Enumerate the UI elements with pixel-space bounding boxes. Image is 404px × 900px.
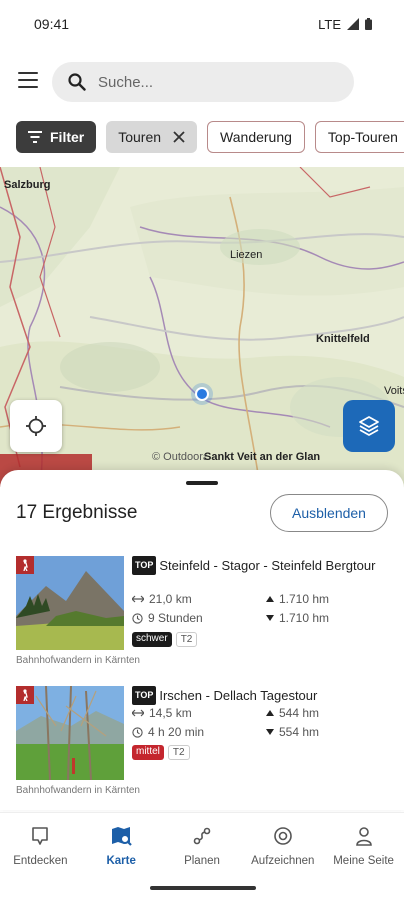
tour-descent: 554 hm xyxy=(266,725,319,739)
nav-aufzeichnen-label: Aufzeichnen xyxy=(251,855,315,867)
search-input[interactable] xyxy=(98,73,318,91)
nav-planen[interactable]: Planen xyxy=(162,813,243,880)
tour-ascent: 544 hm xyxy=(266,706,319,720)
tour-ascent: 1.710 hm xyxy=(266,592,329,606)
descent-icon xyxy=(266,729,274,735)
tour-descent-value: 1.710 hm xyxy=(279,611,330,625)
nav-aufzeichnen[interactable]: Aufzeichnen xyxy=(242,813,323,880)
tour-ascent-value: 1.710 hm xyxy=(279,592,330,606)
nav-karte[interactable]: Karte xyxy=(81,813,162,880)
difficulty-badge: schwer xyxy=(132,632,172,647)
descent-icon xyxy=(266,615,274,621)
chip-touren-label: Touren xyxy=(118,129,162,145)
hiking-icon xyxy=(16,556,34,574)
chip-wanderung[interactable]: Wanderung xyxy=(207,121,305,153)
top-badge: TOP xyxy=(132,686,157,705)
filter-icon xyxy=(28,131,42,143)
hamburger-icon[interactable] xyxy=(18,72,38,88)
chip-top-touren-label: Top-Touren xyxy=(327,129,398,145)
clock-icon xyxy=(132,612,143,624)
ascent-icon xyxy=(266,710,274,716)
difficulty-badge: mittel xyxy=(132,745,164,760)
tour-region: Bahnhofwandern in Kärnten xyxy=(16,785,140,796)
chip-touren[interactable]: Touren xyxy=(106,121,198,153)
bottom-navigation: Entdecken Karte Planen Aufzeichnen Meine… xyxy=(0,812,404,880)
search-icon xyxy=(68,73,86,91)
chip-top-touren[interactable]: Top-Touren xyxy=(314,121,404,153)
search-bar[interactable] xyxy=(52,62,354,102)
status-icons: LTE xyxy=(318,17,372,32)
tour-duration-value: 4 h 20 min xyxy=(148,725,205,739)
tour-difficulty: mittel T2 xyxy=(132,745,190,760)
tour-thumbnail[interactable] xyxy=(16,686,124,780)
grade-badge: T2 xyxy=(175,632,198,647)
status-bar: 09:41 LTE xyxy=(0,0,404,48)
ascent-icon xyxy=(266,596,274,602)
map-icon xyxy=(112,827,132,846)
filter-chip-label: Filter xyxy=(50,129,85,145)
nav-planen-label: Planen xyxy=(184,855,220,867)
status-time: 09:41 xyxy=(34,16,70,32)
map-view[interactable]: Salzburg Liezen Knittelfeld Voits Sankt … xyxy=(0,167,404,487)
sheet-drag-handle[interactable] xyxy=(186,481,218,485)
tour-card[interactable]: TOP Steinfeld - Stagor - Steinfeld Bergto… xyxy=(16,556,396,676)
battery-icon xyxy=(365,18,372,30)
tour-descent-value: 554 hm xyxy=(279,725,320,739)
clock-icon xyxy=(132,726,143,738)
tour-ascent-value: 544 hm xyxy=(279,706,320,720)
tour-difficulty: schwer T2 xyxy=(132,632,198,647)
discover-icon xyxy=(32,827,49,845)
tour-duration-value: 9 Stunden xyxy=(148,611,203,625)
tour-title[interactable]: TOP Steinfeld - Stagor - Steinfeld Bergto… xyxy=(132,556,392,575)
results-sheet: 17 Ergebnisse Ausblenden TOP Steinfeld - … xyxy=(0,470,404,810)
crosshair-icon xyxy=(26,416,46,436)
nav-karte-label: Karte xyxy=(106,855,136,867)
nav-entdecken[interactable]: Entdecken xyxy=(0,813,81,880)
map-label-salzburg: Salzburg xyxy=(4,179,51,191)
plan-icon xyxy=(193,827,211,845)
locate-me-button[interactable] xyxy=(10,400,62,452)
tour-duration: 9 Stunden xyxy=(132,611,203,625)
top-badge: TOP xyxy=(132,556,157,575)
results-count: 17 Ergebnisse xyxy=(16,502,138,523)
close-icon[interactable] xyxy=(173,131,185,143)
hiking-icon xyxy=(16,686,34,704)
tour-region: Bahnhofwandern in Kärnten xyxy=(16,655,140,666)
map-label-liezen: Liezen xyxy=(230,249,263,261)
gesture-bar[interactable] xyxy=(150,886,256,890)
tour-distance-value: 14,5 km xyxy=(149,706,192,720)
hide-results-button[interactable]: Ausblenden xyxy=(270,494,388,532)
search-row xyxy=(0,58,404,106)
nav-entdecken-label: Entdecken xyxy=(13,855,68,867)
tour-title[interactable]: TOP Irschen - Dellach Tagestour xyxy=(132,686,392,705)
nav-meine-seite-label: Meine Seite xyxy=(333,855,394,867)
grade-badge: T2 xyxy=(167,745,190,760)
tour-thumbnail[interactable] xyxy=(16,556,124,650)
filter-chip[interactable]: Filter xyxy=(16,121,97,153)
signal-icon xyxy=(347,18,359,30)
profile-icon xyxy=(355,827,372,846)
distance-icon xyxy=(132,595,144,603)
distance-icon xyxy=(132,709,144,717)
tour-distance: 21,0 km xyxy=(132,592,192,606)
record-icon xyxy=(273,827,292,845)
map-layers-button[interactable] xyxy=(343,400,395,452)
nav-meine-seite[interactable]: Meine Seite xyxy=(323,813,404,880)
map-label-knittelfeld: Knittelfeld xyxy=(316,333,370,345)
tour-descent: 1.710 hm xyxy=(266,611,329,625)
tour-card[interactable]: TOP Irschen - Dellach Tagestour 14,5 km 4… xyxy=(16,686,396,806)
filter-chips: Filter Touren Wanderung Top-Touren xyxy=(16,121,404,153)
layers-icon xyxy=(359,416,379,436)
map-attribution: © Outdooractive xyxy=(152,451,206,463)
chip-wanderung-label: Wanderung xyxy=(220,129,292,145)
tour-title-text: Steinfeld - Stagor - Steinfeld Bergtour xyxy=(159,558,376,573)
tour-distance: 14,5 km xyxy=(132,706,192,720)
tour-duration: 4 h 20 min xyxy=(132,725,204,739)
network-label: LTE xyxy=(318,16,341,32)
current-location-marker xyxy=(195,387,209,401)
tour-title-text: Irschen - Dellach Tagestour xyxy=(159,688,318,703)
tour-distance-value: 21,0 km xyxy=(149,592,192,606)
map-label-st-veit: Sankt Veit an der Glan xyxy=(204,451,321,463)
map-label-voitsberg: Voits xyxy=(384,385,404,397)
